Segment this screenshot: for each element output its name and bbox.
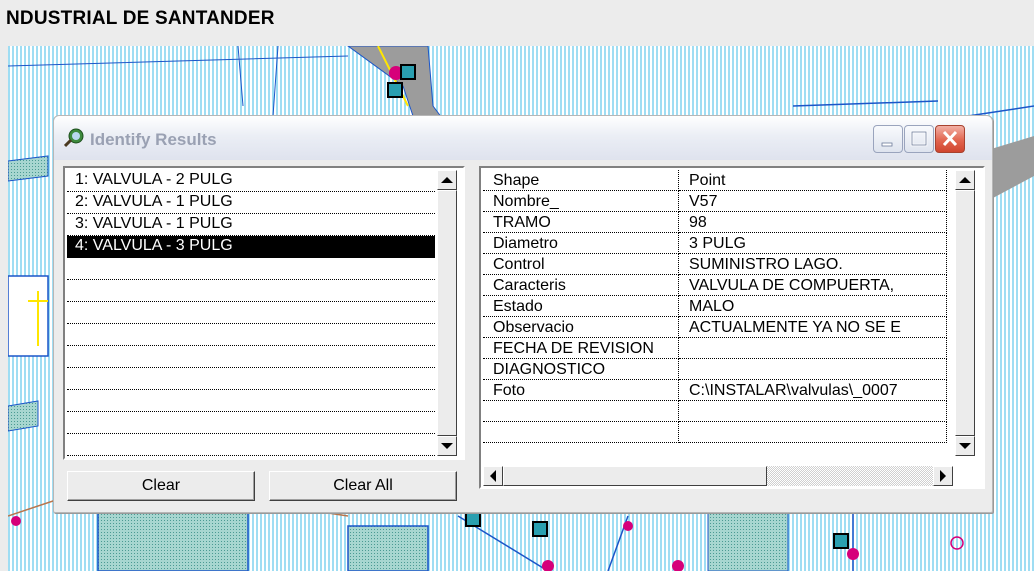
minimize-icon	[881, 142, 893, 147]
attribute-field-name: Diametro	[483, 232, 679, 254]
close-button[interactable]	[935, 125, 965, 153]
scroll-down-button[interactable]	[437, 436, 457, 456]
attribute-field-value[interactable]	[678, 358, 947, 380]
feature-list: 1: VALVULA - 2 PULG 2: VALVULA - 1 PULG …	[67, 170, 435, 456]
list-item-empty	[67, 412, 435, 434]
attribute-field-value[interactable]: 98	[678, 211, 947, 233]
attribute-field-value[interactable]	[678, 337, 947, 359]
identify-magnifier-globe-icon	[64, 128, 84, 148]
scroll-thumb[interactable]	[955, 190, 975, 436]
attribute-field-value[interactable]	[678, 400, 947, 422]
attribute-field-value[interactable]: 3 PULG	[678, 232, 947, 254]
background-window-title: NDUSTRIAL DE SANTANDER	[6, 8, 275, 29]
attribute-row[interactable]: Nombre_ V57	[483, 190, 947, 212]
attribute-field-name: Foto	[483, 379, 679, 401]
list-item-empty	[67, 324, 435, 346]
maximize-icon	[910, 130, 928, 147]
attribute-field-name: Shape	[483, 170, 679, 191]
attribute-field-name: Caracteris	[483, 274, 679, 296]
attribute-table: Shape Point Nombre_ V57 TRAMO 98 Diametro 3 PUL…	[483, 170, 947, 443]
arrow-up-icon	[959, 177, 971, 183]
attribute-field-name: Control	[483, 253, 679, 275]
attribute-row[interactable]	[483, 421, 947, 443]
arrow-right-icon	[940, 470, 946, 482]
attribute-field-name	[483, 400, 679, 422]
list-item-empty	[67, 434, 435, 456]
attribute-field-value[interactable]: MALO	[678, 295, 947, 317]
attribute-horizontal-scrollbar[interactable]	[483, 466, 953, 486]
attribute-row[interactable]: TRAMO 98	[483, 211, 947, 233]
clear-all-button[interactable]: Clear All	[269, 471, 457, 501]
list-item-empty	[67, 302, 435, 324]
attribute-row[interactable]: Control SUMINISTRO LAGO.	[483, 253, 947, 275]
list-item[interactable]: 1: VALVULA - 2 PULG	[67, 170, 435, 192]
arrow-left-icon	[490, 470, 496, 482]
scroll-thumb[interactable]	[437, 190, 457, 436]
attribute-field-value[interactable]: VALVULA DE COMPUERTA,	[678, 274, 947, 296]
attribute-field-value[interactable]: Point	[678, 170, 947, 191]
dialog-title: Identify Results	[90, 130, 217, 149]
scroll-up-button[interactable]	[437, 170, 457, 190]
maximize-button[interactable]	[904, 125, 934, 153]
list-item-empty	[67, 390, 435, 412]
attribute-row[interactable]: Foto C:\INSTALAR\valvulas\_0007	[483, 379, 947, 401]
list-item[interactable]: 2: VALVULA - 1 PULG	[67, 192, 435, 214]
attribute-row[interactable]: Observacio ACTUALMENTE YA NO SE E	[483, 316, 947, 338]
attribute-field-name: Estado	[483, 295, 679, 317]
minimize-button[interactable]	[873, 125, 903, 153]
attribute-panel: Shape Point Nombre_ V57 TRAMO 98 Diametro 3 PUL…	[479, 166, 985, 489]
attribute-field-name	[483, 421, 679, 443]
feature-list-panel: 1: VALVULA - 2 PULG 2: VALVULA - 1 PULG …	[63, 166, 465, 460]
attribute-vertical-scrollbar[interactable]	[955, 170, 975, 456]
background-window-titlebar: NDUSTRIAL DE SANTANDER	[0, 0, 1034, 47]
list-item-selected[interactable]: 4: VALVULA - 3 PULG	[67, 236, 435, 258]
arrow-up-icon	[441, 177, 453, 183]
attribute-field-value[interactable]: SUMINISTRO LAGO.	[678, 253, 947, 275]
attribute-field-name: Observacio	[483, 316, 679, 338]
attribute-row[interactable]: Estado MALO	[483, 295, 947, 317]
attribute-field-name: FECHA DE REVISION	[483, 337, 679, 359]
close-icon	[942, 130, 958, 147]
scroll-up-button[interactable]	[955, 170, 975, 190]
attribute-row[interactable]: Shape Point	[483, 170, 947, 191]
scroll-left-button[interactable]	[483, 466, 503, 486]
scroll-down-button[interactable]	[955, 436, 975, 456]
attribute-row[interactable]: DIAGNOSTICO	[483, 358, 947, 380]
list-item-empty	[67, 346, 435, 368]
attribute-row[interactable]: Caracteris VALVULA DE COMPUERTA,	[483, 274, 947, 296]
identify-results-dialog: Identify Results 1: VALVULA - 2 PULG 2: …	[53, 115, 993, 513]
dialog-titlebar[interactable]: Identify Results	[54, 116, 992, 160]
attribute-row[interactable]: Diametro 3 PULG	[483, 232, 947, 254]
attribute-row[interactable]: FECHA DE REVISION	[483, 337, 947, 359]
attribute-field-value[interactable]: C:\INSTALAR\valvulas\_0007	[678, 379, 947, 401]
list-item[interactable]: 3: VALVULA - 1 PULG	[67, 214, 435, 236]
attribute-field-name: Nombre_	[483, 190, 679, 212]
attribute-field-value[interactable]	[678, 421, 947, 443]
attribute-field-name: TRAMO	[483, 211, 679, 233]
clear-button[interactable]: Clear	[67, 471, 255, 501]
arrow-down-icon	[441, 443, 453, 449]
list-item-empty	[67, 258, 435, 280]
attribute-field-value[interactable]: V57	[678, 190, 947, 212]
attribute-field-name: DIAGNOSTICO	[483, 358, 679, 380]
arrow-down-icon	[959, 443, 971, 449]
scroll-right-button[interactable]	[933, 466, 953, 486]
list-item-empty	[67, 368, 435, 390]
list-item-empty	[67, 280, 435, 302]
scroll-thumb[interactable]	[503, 466, 767, 486]
attribute-row[interactable]	[483, 400, 947, 422]
attribute-field-value[interactable]: ACTUALMENTE YA NO SE E	[678, 316, 947, 338]
feature-list-scrollbar[interactable]	[437, 170, 457, 456]
